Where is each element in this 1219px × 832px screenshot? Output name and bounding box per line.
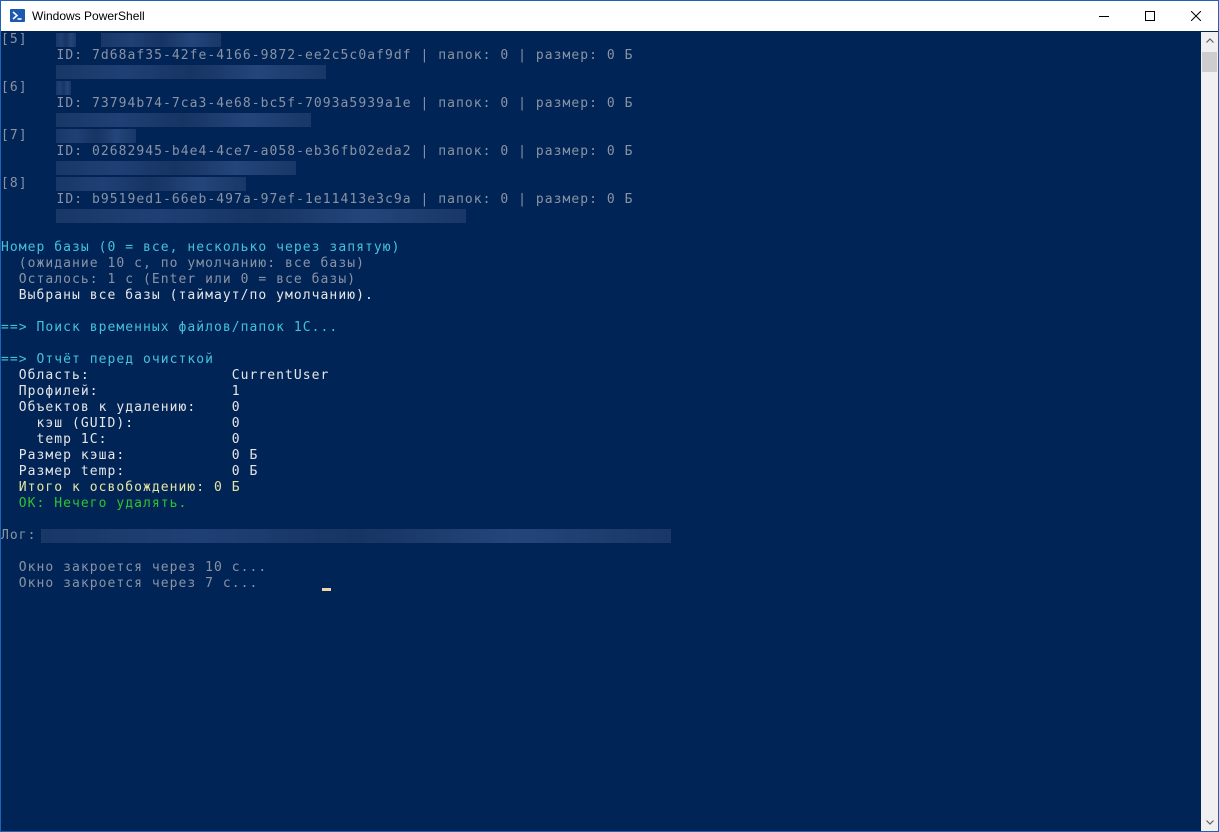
scroll-thumb[interactable]	[1202, 52, 1217, 72]
base-number: [6]	[1, 80, 28, 95]
console-output[interactable]: [5] ID: 7d68af35-42fe-4166-9872-ee2c5c0a…	[1, 32, 1201, 831]
title-bar[interactable]: Windows PowerShell	[1, 1, 1218, 31]
report-total: Итого к освобождению: 0 Б	[1, 480, 241, 495]
report-cache-size: Размер кэша: 0 Б	[1, 448, 259, 463]
close-countdown-2: Окно закроется через 7 с...	[1, 576, 259, 591]
redacted-text	[101, 33, 221, 47]
close-button[interactable]	[1173, 1, 1218, 31]
base-prompt: Номер базы (0 = все, несколько через зап…	[1, 240, 401, 255]
report-temp-1c: temp 1C: 0	[1, 432, 241, 447]
redacted-text	[56, 129, 136, 143]
maximize-button[interactable]	[1127, 1, 1173, 31]
redacted-text	[56, 113, 311, 127]
redacted-text	[56, 209, 466, 223]
base-number: [7]	[1, 128, 28, 143]
report-profiles: Профилей: 1	[1, 384, 241, 399]
text-cursor	[322, 588, 331, 591]
minimize-icon	[1099, 16, 1109, 17]
close-countdown-1: Окно закроется через 10 с...	[1, 560, 268, 575]
base-number: [8]	[1, 176, 28, 191]
remaining-line: Осталось: 1 с (Enter или 0 = все базы)	[1, 272, 357, 287]
base-id-line: ID: 02682945-b4e4-4ce7-a058-eb36fb02eda2…	[21, 144, 634, 159]
wait-line: (ожидание 10 с, по умолчанию: все базы)	[1, 256, 365, 271]
base-id-line: ID: b9519ed1-66eb-497a-97ef-1e11413e3c9a…	[21, 192, 634, 207]
base-number: [5]	[1, 32, 28, 47]
maximize-icon	[1145, 11, 1155, 21]
redacted-text	[56, 161, 296, 175]
vertical-scrollbar[interactable]	[1201, 32, 1218, 831]
redacted-log-path	[41, 529, 671, 543]
report-objects: Объектов к удалению: 0	[1, 400, 241, 415]
redacted-text	[56, 177, 246, 191]
report-scope: Область: CurrentUser	[1, 368, 330, 383]
minimize-button[interactable]	[1081, 1, 1127, 31]
scroll-up-button[interactable]	[1201, 32, 1218, 49]
base-id-line: ID: 7d68af35-42fe-4166-9872-ee2c5c0af9df…	[21, 48, 634, 63]
report-temp-size: Размер temp: 0 Б	[1, 464, 259, 479]
report-cache-guid: кэш (GUID): 0	[1, 416, 241, 431]
chevron-down-icon	[1205, 820, 1214, 825]
scroll-down-button[interactable]	[1201, 814, 1218, 831]
powershell-icon	[10, 9, 25, 22]
close-icon	[1191, 11, 1201, 21]
base-id-line: ID: 73794b74-7ca3-4e68-bc5f-7093a5939a1e…	[21, 96, 634, 111]
selected-line: Выбраны все базы (таймаут/по умолчанию).	[1, 288, 374, 303]
search-line: ==> Поиск временных файлов/папок 1С...	[1, 320, 339, 335]
redacted-text	[56, 65, 326, 79]
report-header: ==> Отчёт перед очисткой	[1, 352, 215, 367]
window-title: Windows PowerShell	[32, 9, 145, 23]
log-label: Лог:	[1, 528, 37, 543]
report-ok: OK: Нечего удалять.	[1, 496, 188, 511]
chevron-up-icon	[1205, 38, 1214, 43]
powershell-window: Windows PowerShell [5] ID: 7d68af35-42fe…	[0, 0, 1219, 832]
redacted-text	[56, 81, 71, 95]
redacted-text	[56, 33, 76, 47]
